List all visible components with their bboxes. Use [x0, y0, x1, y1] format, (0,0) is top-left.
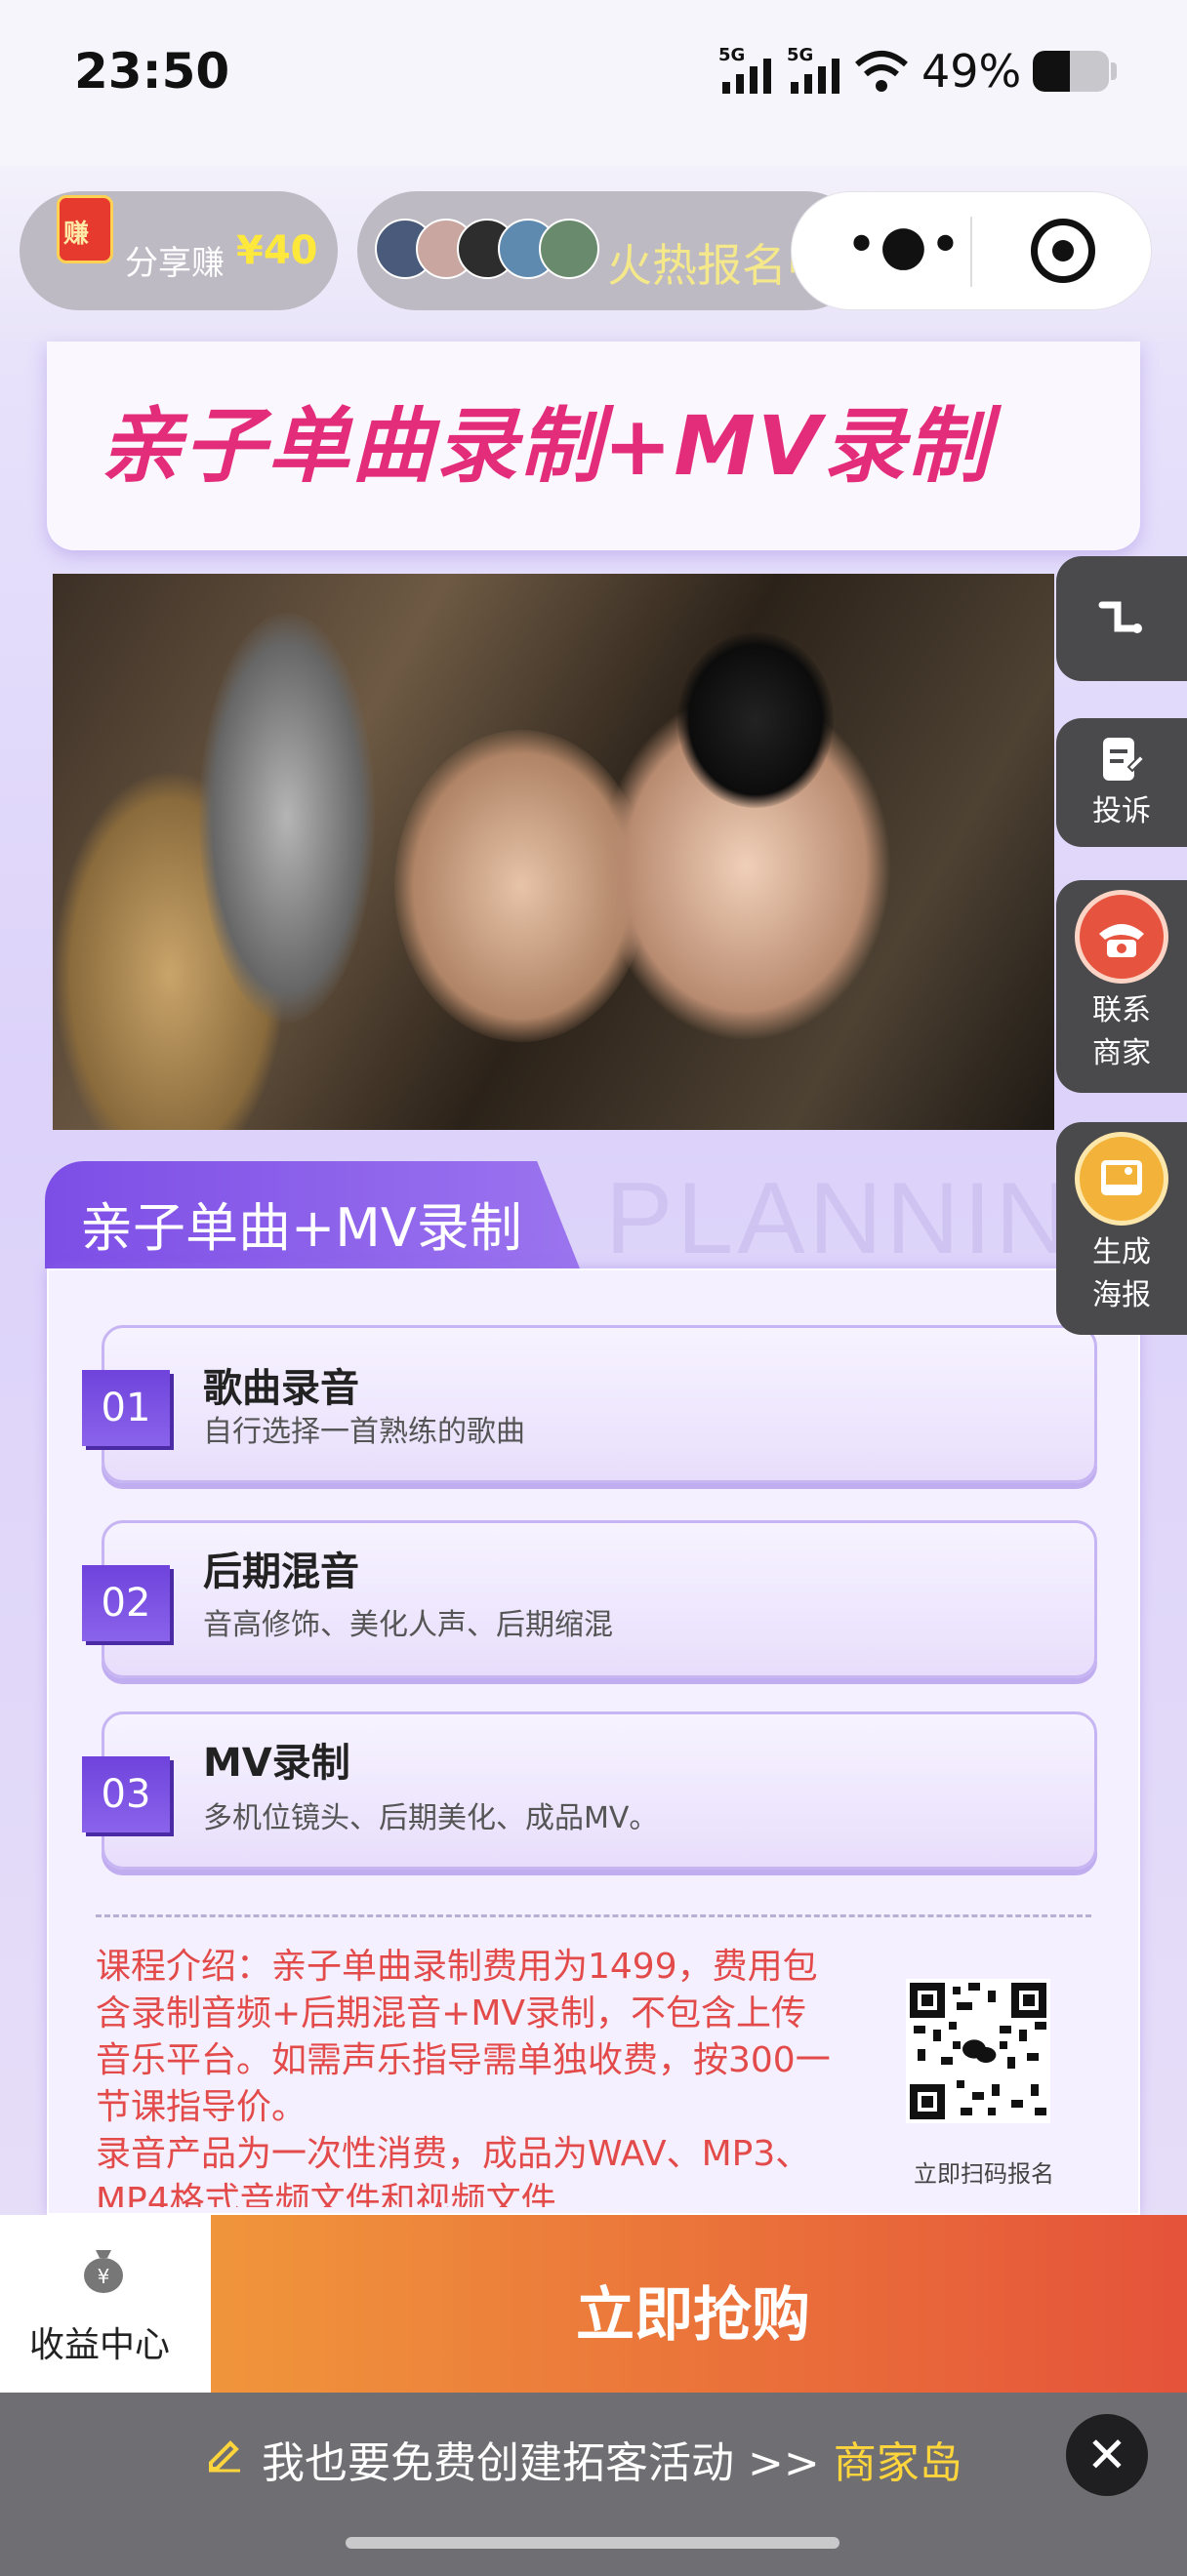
- step-description: 音高修饰、美化人声、后期缩混: [203, 1608, 613, 1642]
- share-arrow-icon: [1098, 601, 1142, 633]
- battery-percent: 49%: [921, 45, 1022, 98]
- section-title: 亲子单曲+MV录制: [80, 1197, 522, 1259]
- report-icon: [1103, 738, 1146, 781]
- complain-button[interactable]: 投诉: [1056, 718, 1187, 847]
- image-glyph: [1101, 1160, 1142, 1195]
- pencil-icon: [209, 2440, 240, 2473]
- close-banner-button[interactable]: ✕: [1066, 2414, 1148, 2496]
- poster-title: 亲子单曲录制+MV录制: [100, 398, 991, 494]
- red-packet-text: 赚: [63, 220, 90, 249]
- red-packet-icon: 赚: [57, 195, 113, 263]
- step-number: 02: [82, 1565, 170, 1641]
- complain-label: 投诉: [1092, 794, 1151, 828]
- photo-headphones: [677, 632, 834, 808]
- status-time: 23:50: [74, 43, 230, 100]
- battery-tip: [1111, 62, 1117, 80]
- wifi-icon: [855, 51, 908, 92]
- svg-text:¥: ¥: [98, 2265, 110, 2288]
- step-description: 多机位镜头、后期美化、成品MV。: [203, 1801, 659, 1835]
- step-number: 03: [82, 1756, 170, 1832]
- step-title: 歌曲录音: [203, 1366, 359, 1411]
- step-number: 01: [82, 1370, 170, 1446]
- battery-fill: [1033, 51, 1071, 92]
- contact-label-2: 商家: [1092, 1036, 1151, 1070]
- money-bag-icon: ¥: [84, 2250, 123, 2293]
- merchant-island-link[interactable]: 商家岛: [834, 2438, 962, 2488]
- image-icon: [1075, 1132, 1168, 1226]
- phone-glyph: [1099, 924, 1144, 957]
- share-amount: ¥40: [236, 228, 318, 273]
- capsule-divider: [970, 217, 972, 287]
- share-side-button[interactable]: [1056, 556, 1187, 681]
- avatar: [539, 219, 599, 279]
- income-center-label: 收益中心: [29, 2325, 171, 2365]
- more-menu-icon[interactable]: •●•: [845, 219, 963, 273]
- phone-icon: [1075, 890, 1168, 984]
- qr-code-icon[interactable]: [906, 1979, 1050, 2123]
- signal-5g-icon-2: 5G: [787, 45, 839, 94]
- home-indicator: [346, 2537, 839, 2549]
- share-label: 分享赚: [125, 244, 225, 283]
- poster-label-2: 海报: [1092, 1278, 1151, 1312]
- buy-now-label: 立即抢购: [576, 2281, 810, 2350]
- contact-merchant-button[interactable]: 联系 商家: [1056, 880, 1187, 1093]
- signal-5g-icon: 5G: [718, 45, 771, 94]
- close-mini-program-icon[interactable]: [1031, 219, 1095, 283]
- step-title: MV录制: [203, 1741, 350, 1786]
- create-activity-label: 我也要免费创建拓客活动 >>: [262, 2438, 834, 2488]
- course-intro: 课程介绍：亲子单曲录制费用为1499，费用包含录制音频+后期混音+MV录制，不包…: [96, 1947, 831, 2207]
- qr-label: 立即扫码报名: [914, 2160, 1054, 2188]
- step-description: 自行选择一首熟练的歌曲: [203, 1415, 525, 1449]
- step-title: 后期混音: [203, 1550, 359, 1594]
- signal-label: 5G: [787, 45, 813, 65]
- divider-dashed: [96, 1914, 1091, 1917]
- recording-studio-photo: [53, 574, 1054, 1130]
- generate-poster-button[interactable]: 生成 海报: [1056, 1122, 1187, 1335]
- photo-microphone: [199, 613, 375, 1023]
- battery-icon: [1033, 51, 1109, 92]
- create-activity-text: 我也要免费创建拓客活动 >> 商家岛: [262, 2428, 962, 2490]
- poster-label-1: 生成: [1092, 1235, 1151, 1269]
- contact-label-1: 联系: [1092, 993, 1151, 1027]
- signal-label: 5G: [718, 45, 745, 65]
